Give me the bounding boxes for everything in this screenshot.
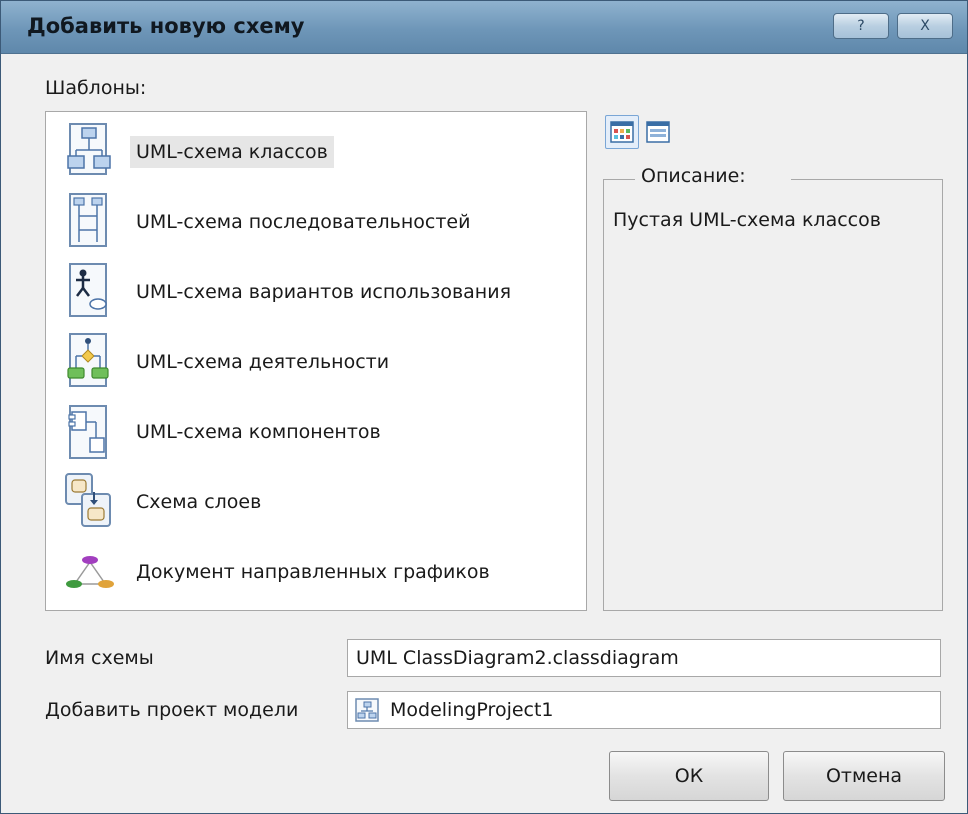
template-label: UML-схема компонентов — [136, 421, 381, 443]
activity-diagram-icon — [67, 333, 109, 387]
layer-diagram-icon — [65, 473, 111, 527]
close-button[interactable]: X — [897, 13, 953, 39]
description-border — [791, 179, 943, 180]
project-select[interactable]: ModelingProject1 — [347, 691, 941, 729]
template-label: Документ направленных графиков — [136, 561, 490, 583]
template-label: UML-схема деятельности — [136, 351, 390, 373]
title-bar[interactable]: Добавить новую схему ? X — [1, 1, 967, 54]
template-label: UML-схема последовательностей — [136, 211, 471, 233]
template-item-directed-graph[interactable]: Документ направленных графиков — [52, 540, 582, 604]
use-case-diagram-icon — [69, 263, 107, 317]
ok-button[interactable]: ОК — [609, 751, 769, 801]
template-item-component-diagram[interactable]: UML-схема компонентов — [52, 400, 582, 464]
component-diagram-icon — [68, 405, 107, 459]
template-label: Схема слоев — [136, 491, 262, 513]
templates-label: Шаблоны: — [45, 77, 147, 99]
template-item-layer-diagram[interactable]: Схема слоев — [52, 470, 582, 534]
template-item-use-case-diagram[interactable]: UML-схема вариантов использования — [52, 260, 582, 324]
templates-list[interactable]: UML-схема классов UML-схема последовател… — [45, 111, 587, 611]
template-label: UML-схема классов — [130, 136, 334, 168]
close-icon: X — [920, 18, 930, 34]
name-field-box[interactable] — [347, 639, 941, 677]
project-field-label: Добавить проект модели — [45, 699, 299, 721]
modeling-project-icon — [355, 698, 379, 722]
directed-graph-icon — [66, 556, 114, 588]
project-value: ModelingProject1 — [390, 699, 554, 721]
large-icons-view-icon — [610, 121, 634, 143]
class-diagram-icon — [67, 123, 111, 175]
dialog-title: Добавить новую схему — [27, 14, 305, 38]
template-label: UML-схема вариантов использования — [136, 281, 511, 303]
description-border — [603, 179, 635, 180]
help-button[interactable]: ? — [833, 13, 889, 39]
add-diagram-dialog: Добавить новую схему ? X Шаблоны: UML-сх… — [0, 0, 968, 814]
large-icons-view-button[interactable] — [605, 115, 639, 149]
template-item-class-diagram[interactable]: UML-схема классов — [52, 120, 582, 184]
diagram-name-input[interactable] — [348, 647, 940, 669]
template-item-activity-diagram[interactable]: UML-схема деятельности — [52, 330, 582, 394]
list-view-button[interactable] — [641, 115, 675, 149]
name-field-label: Имя схемы — [45, 647, 154, 669]
cancel-button[interactable]: Отмена — [783, 751, 945, 801]
description-legend: Описание: — [641, 165, 746, 187]
description-text: Пустая UML-схема классов — [613, 209, 881, 231]
template-item-sequence-diagram[interactable]: UML-схема последовательностей — [52, 190, 582, 254]
description-group — [603, 179, 943, 611]
help-icon: ? — [857, 18, 865, 34]
sequence-diagram-icon — [69, 193, 107, 247]
list-view-icon — [646, 121, 670, 143]
